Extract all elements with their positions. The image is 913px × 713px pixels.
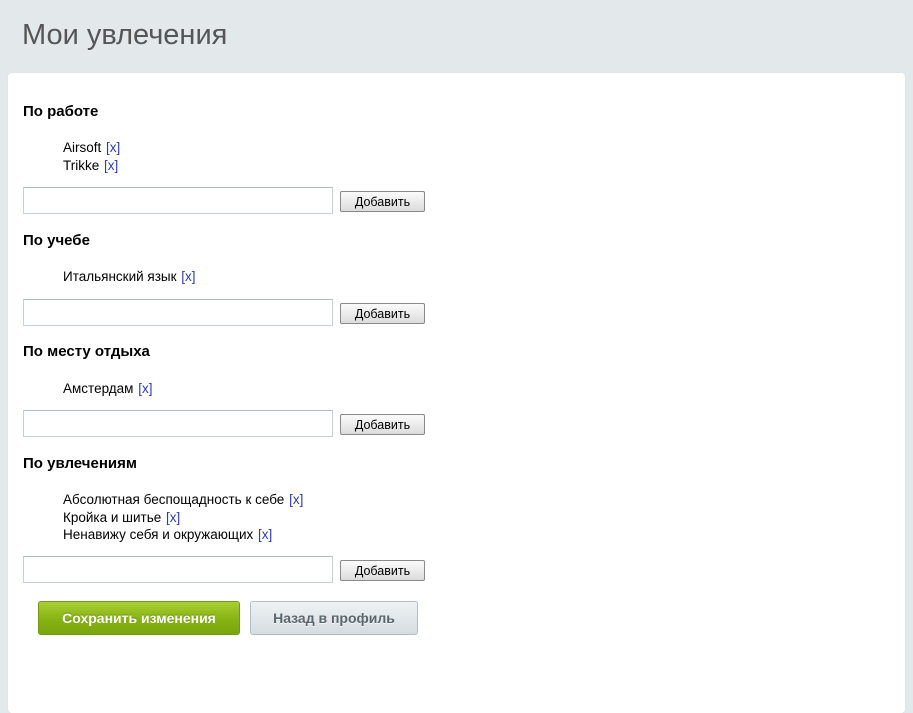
study-items-list: Итальянский язык [x]: [63, 268, 196, 286]
study-hobby-input[interactable]: [23, 299, 333, 326]
remove-item-link[interactable]: [x]: [106, 140, 120, 155]
remove-item-link[interactable]: [x]: [258, 527, 272, 542]
item-label: Кройка и шитье: [63, 509, 162, 525]
add-study-hobby-button[interactable]: Добавить: [340, 303, 425, 324]
vacation-hobby-input[interactable]: [23, 410, 333, 437]
list-item: Кройка и шитье [x]: [63, 509, 303, 527]
list-item: Airsoft [x]: [63, 139, 120, 157]
remove-item-link[interactable]: [x]: [104, 158, 118, 173]
back-to-profile-button[interactable]: Назад в профиль: [250, 601, 418, 635]
remove-item-link[interactable]: [x]: [289, 492, 303, 507]
list-item: Ненавижу себя и окружающих [x]: [63, 526, 303, 544]
save-changes-button[interactable]: Сохранить изменения: [38, 601, 240, 635]
section-title-study: По учебе: [23, 232, 90, 249]
section-title-interests: По увлечениям: [23, 455, 137, 472]
work-hobby-input[interactable]: [23, 187, 333, 214]
item-label: Trikke: [63, 157, 100, 173]
item-label: Airsoft: [63, 140, 102, 155]
item-label: Амстердам: [63, 381, 134, 396]
section-title-work: По работе: [23, 103, 99, 120]
section-title-vacation: По месту отдыха: [23, 343, 150, 360]
page-title: Мои увлечения: [22, 19, 228, 51]
interests-hobby-input[interactable]: [23, 556, 333, 583]
item-label: Абсолютная беспощадность к себе: [63, 492, 285, 507]
interests-items-list: Абсолютная беспощадность к себе [x] Крой…: [63, 491, 303, 544]
list-item: Абсолютная беспощадность к себе [x]: [63, 491, 303, 509]
remove-item-link[interactable]: [x]: [138, 381, 152, 396]
list-item: Trikke [x]: [63, 157, 120, 175]
vacation-items-list: Амстердам [x]: [63, 380, 152, 398]
list-item: Амстердам [x]: [63, 380, 152, 398]
remove-item-link[interactable]: [x]: [181, 269, 195, 284]
add-interests-hobby-button[interactable]: Добавить: [340, 560, 425, 581]
list-item: Итальянский язык [x]: [63, 268, 196, 286]
remove-item-link[interactable]: [x]: [166, 510, 180, 525]
work-items-list: Airsoft [x] Trikke [x]: [63, 139, 120, 174]
add-work-hobby-button[interactable]: Добавить: [340, 191, 425, 212]
item-label: Ненавижу себя и окружающих: [63, 527, 254, 542]
item-label: Итальянский язык: [63, 269, 177, 284]
add-vacation-hobby-button[interactable]: Добавить: [340, 414, 425, 435]
